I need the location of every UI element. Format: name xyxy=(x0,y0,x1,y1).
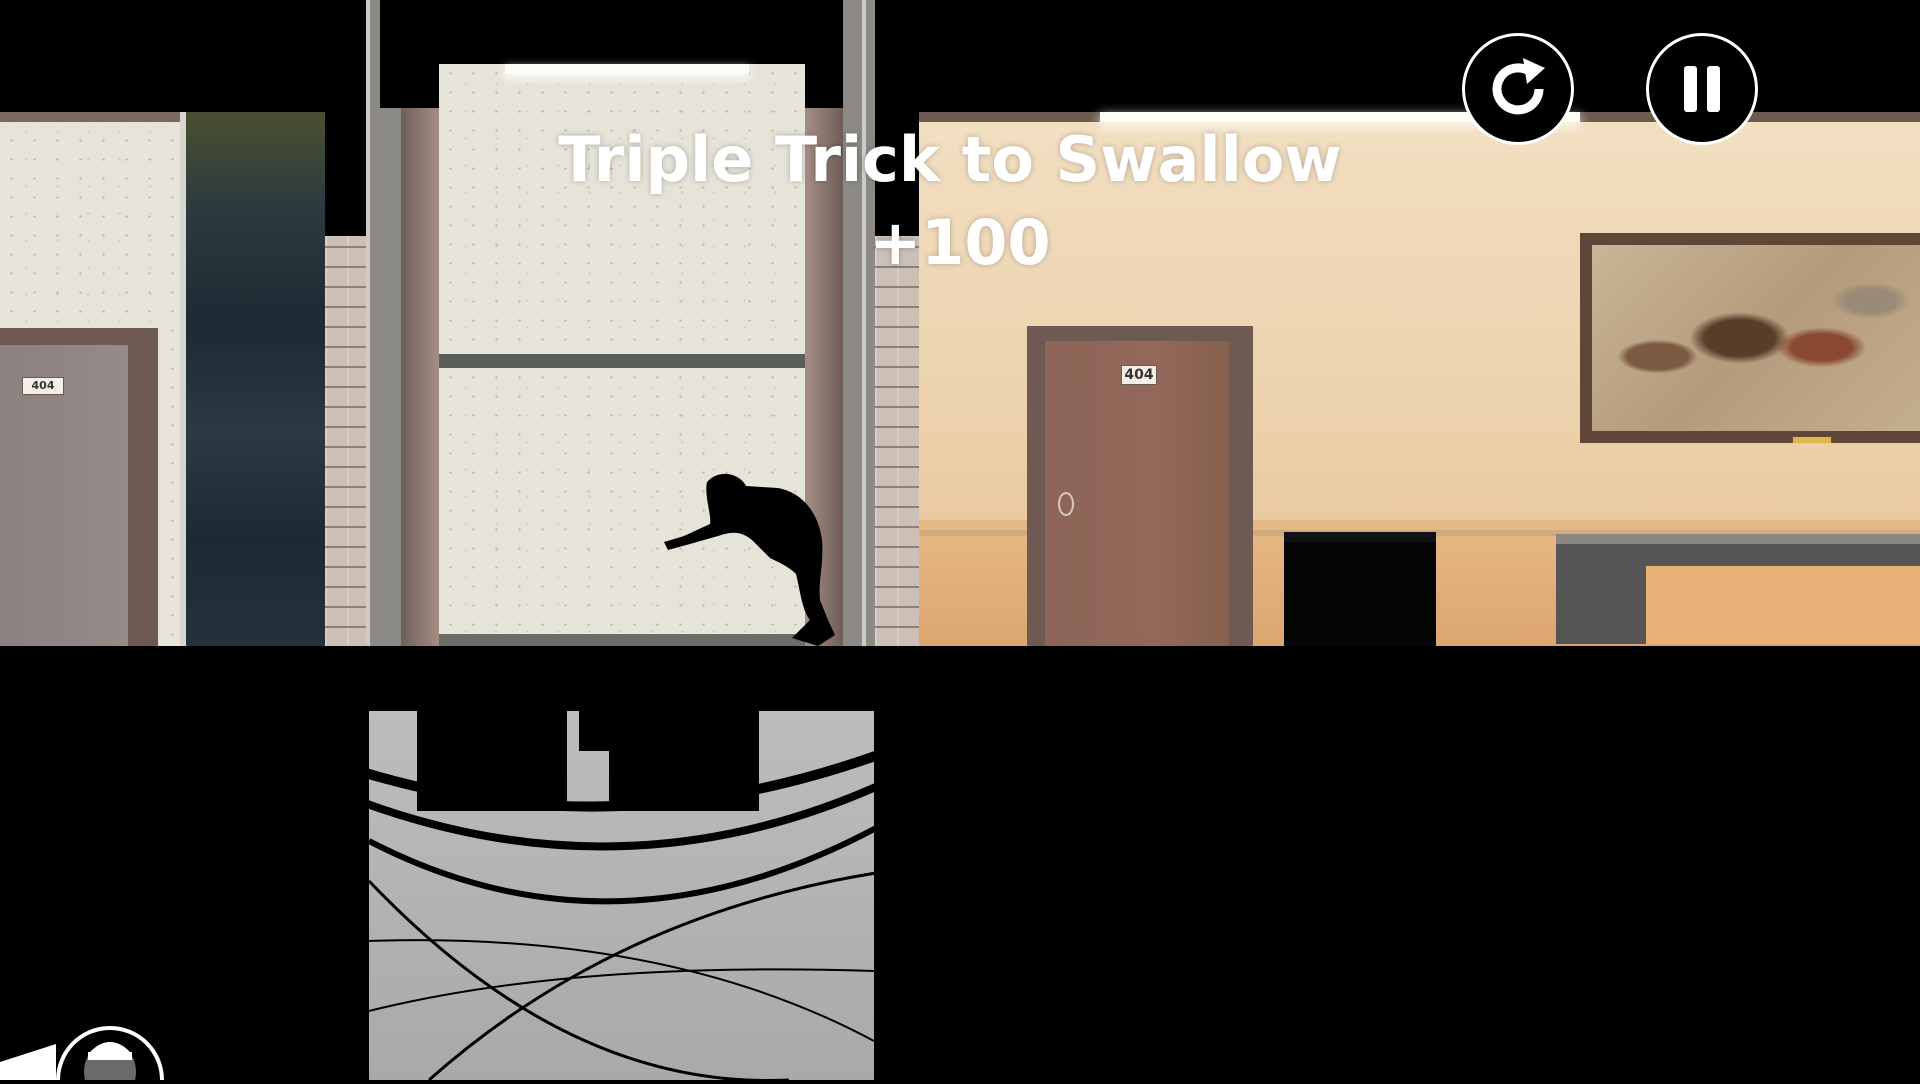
painting-plaque xyxy=(1793,437,1831,443)
pause-icon xyxy=(1684,66,1720,112)
basement-cables xyxy=(369,711,874,1080)
door-handle xyxy=(1058,492,1074,516)
cabinet xyxy=(1284,532,1436,652)
right-door xyxy=(1045,341,1229,646)
right-door-number: 404 xyxy=(1121,365,1157,385)
window-panel xyxy=(180,112,325,646)
trick-title: Triple Trick to Swallow xyxy=(558,123,1342,196)
floor-slab xyxy=(0,646,1920,1080)
left-room-trim xyxy=(0,112,180,122)
left-door xyxy=(0,345,128,646)
doorway-jamb-left xyxy=(401,108,439,646)
ceiling-block xyxy=(325,0,370,236)
counter-top xyxy=(1556,534,1920,544)
painting xyxy=(1592,245,1920,431)
trick-points: +100 xyxy=(869,206,1051,279)
restart-button[interactable] xyxy=(1462,33,1574,145)
pause-button[interactable] xyxy=(1646,33,1758,145)
corridor-wall-upper xyxy=(439,64,805,354)
player-avatar-icon[interactable] xyxy=(62,1032,158,1084)
counter-inset xyxy=(1646,566,1920,644)
column-right-edge xyxy=(862,0,866,646)
basement-panel xyxy=(369,711,874,1080)
player-silhouette xyxy=(664,473,835,646)
brick-pillar-right xyxy=(875,236,919,646)
ceiling-light-center xyxy=(505,64,749,74)
corridor-stripe xyxy=(439,354,805,368)
restart-icon xyxy=(1492,58,1545,115)
column-left-edge xyxy=(366,0,370,646)
window-frame-left xyxy=(180,112,186,646)
left-door-number: 404 xyxy=(22,377,64,395)
brick-pillar-left xyxy=(325,236,369,646)
